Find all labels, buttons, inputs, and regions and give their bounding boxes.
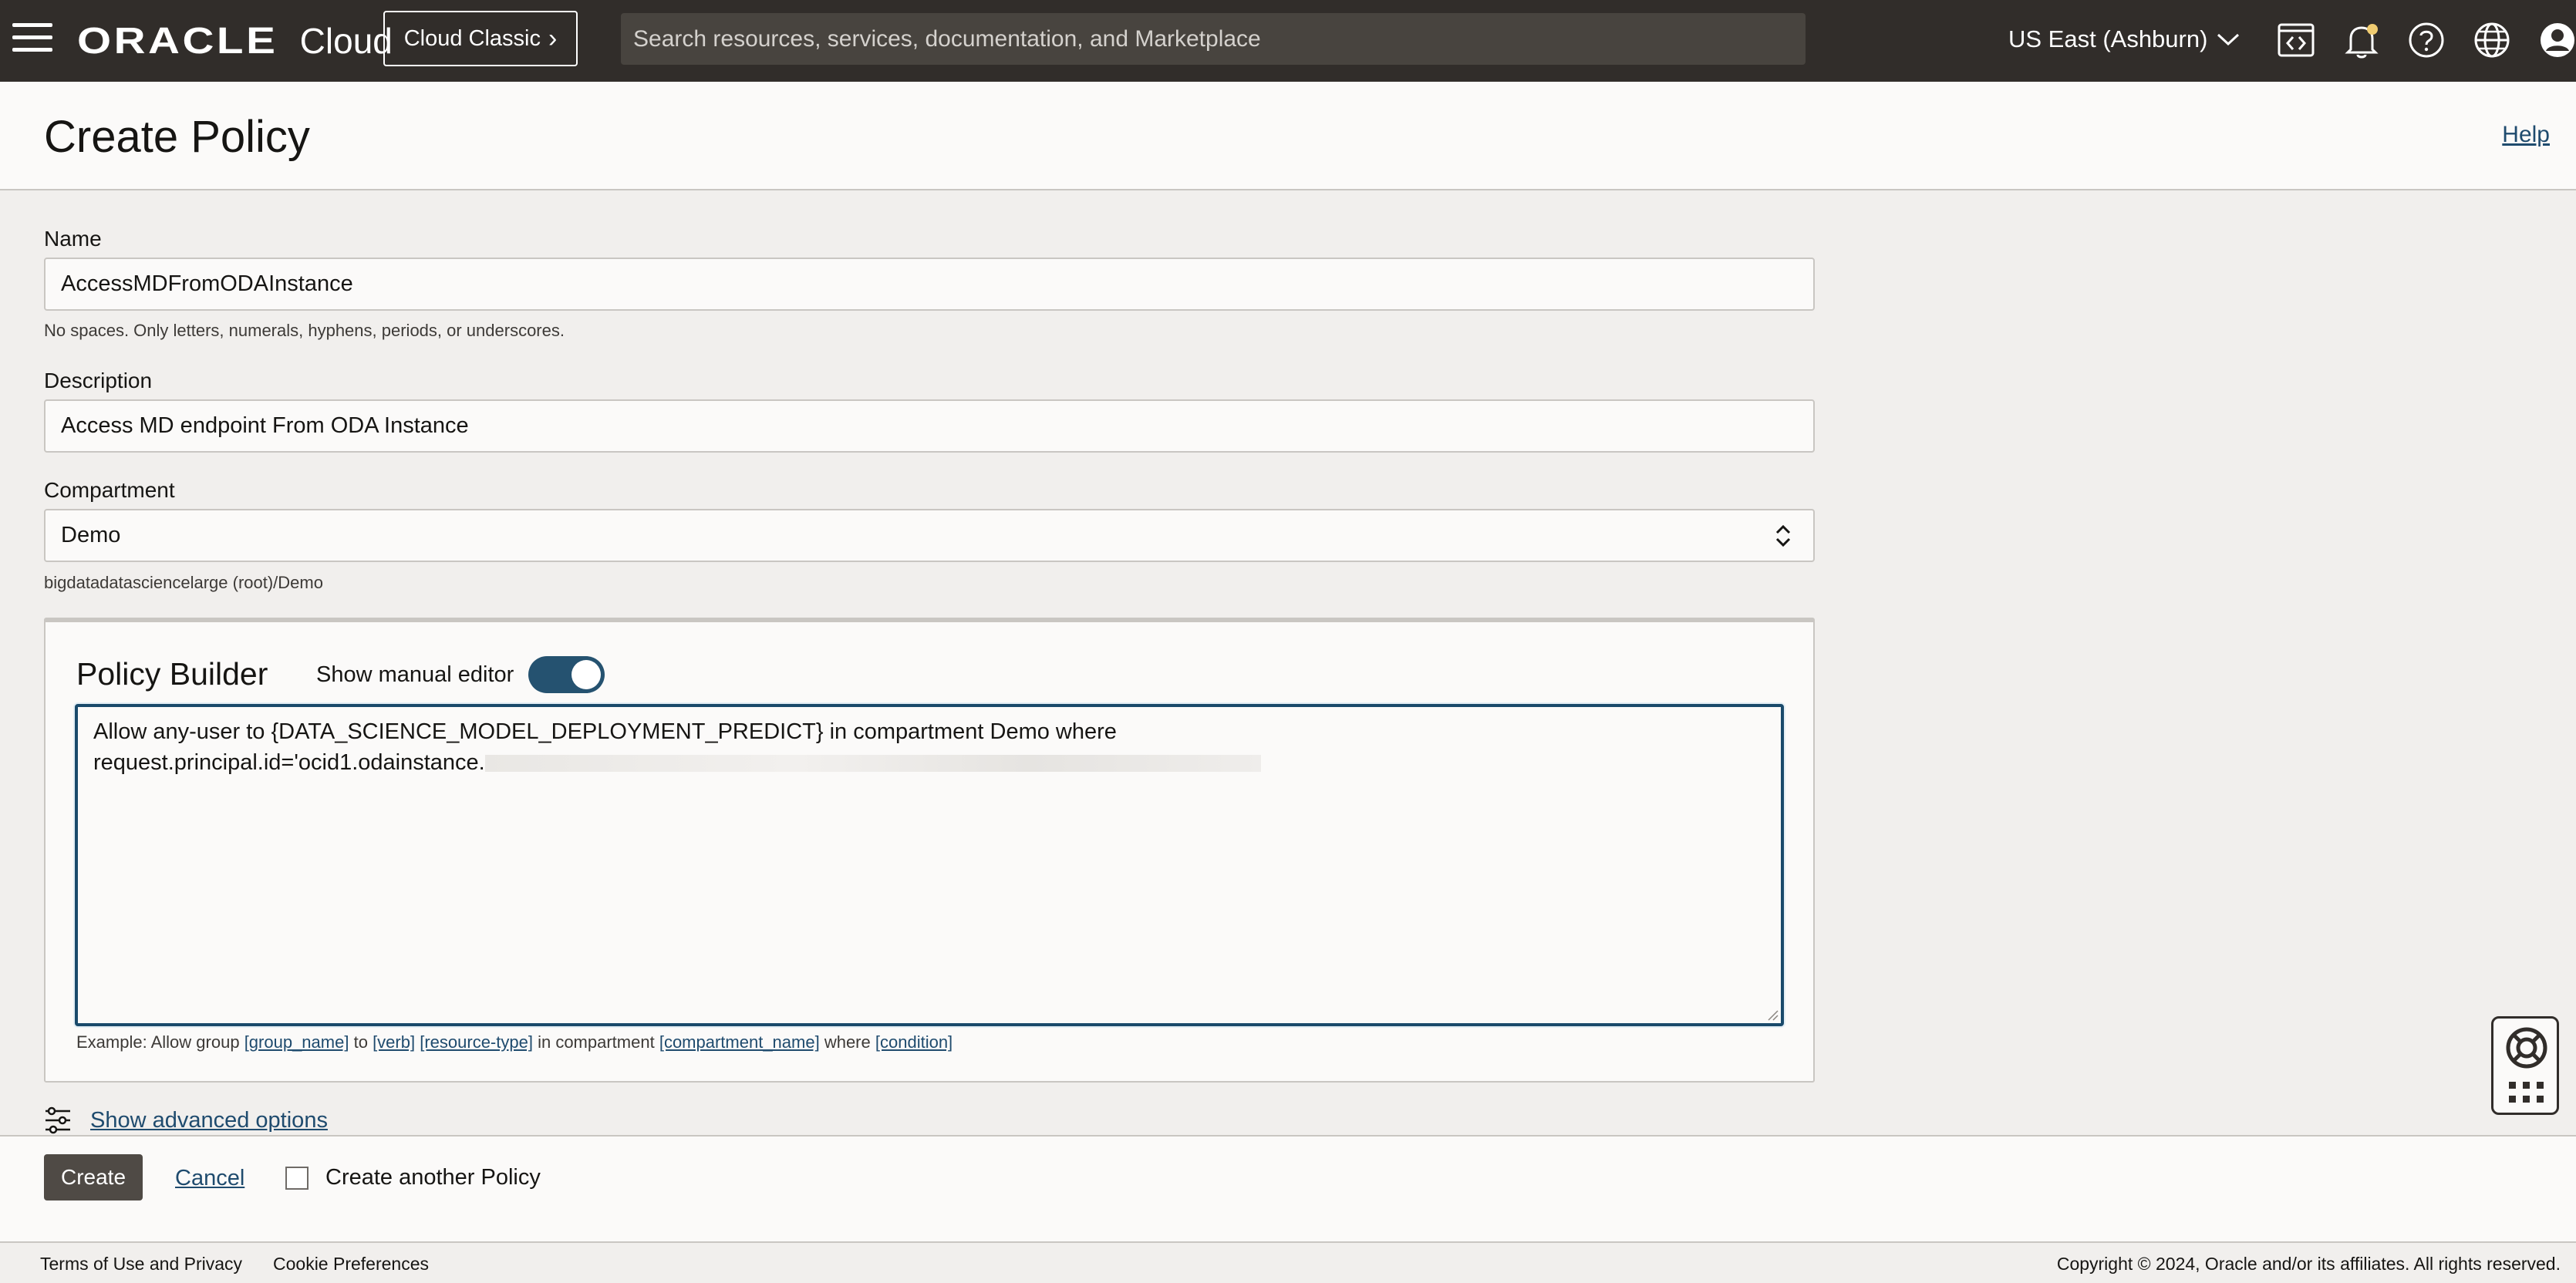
cloud-classic-label: Cloud Classic (403, 25, 541, 51)
example-in: in compartment (538, 1032, 655, 1052)
example-verb-link[interactable]: [verb] (373, 1032, 415, 1052)
code-editor-icon[interactable] (2276, 20, 2316, 60)
advanced-options-toggle[interactable]: Show advanced options (44, 1106, 328, 1134)
compartment-label: Compartment (44, 478, 175, 502)
terms-privacy-link[interactable]: Terms of Use and Privacy (40, 1254, 242, 1275)
example-where: where (824, 1032, 871, 1052)
policy-line-2: request.principal.id='ocid1.odainstance. (93, 747, 1765, 778)
notifications-bell-icon[interactable] (2342, 20, 2382, 60)
redacted-ocid (484, 755, 1261, 773)
name-label: Name (44, 227, 102, 251)
language-globe-icon[interactable] (2472, 20, 2512, 60)
help-link[interactable]: Help (2502, 122, 2550, 148)
example-group-link[interactable]: [group_name] (244, 1032, 349, 1052)
description-label: Description (44, 369, 153, 392)
compartment-select[interactable]: Demo (44, 509, 1815, 562)
up-down-chevron-icon (1775, 524, 1791, 547)
sliders-icon (46, 1106, 70, 1134)
show-advanced-options-link: Show advanced options (90, 1107, 328, 1133)
top-navigation-bar: ORACLE Cloud Cloud Classic › US East (As… (0, 0, 2576, 82)
toggle-knob (572, 660, 601, 689)
help-question-icon[interactable] (2406, 20, 2446, 60)
chevron-right-icon: › (548, 23, 558, 53)
grid-dots-icon (2509, 1082, 2544, 1103)
logo-brand: ORACLE (77, 20, 278, 62)
example-resource-link[interactable]: [resource-type] (420, 1032, 533, 1052)
search-input[interactable] (621, 13, 1806, 65)
compartment-selected-value: Demo (61, 523, 121, 547)
cookie-preferences-link[interactable]: Cookie Preferences (273, 1254, 429, 1275)
compartment-path: bigdatadatasciencelarge (root)/Demo (44, 573, 323, 592)
page-title: Create Policy (44, 112, 310, 162)
support-help-widget[interactable] (2491, 1016, 2559, 1115)
manual-editor-label: Show manual editor (316, 662, 514, 687)
page-footer: Terms of Use and Privacy Cookie Preferen… (0, 1244, 2576, 1283)
policy-example: Example: Allow group [group_name] to [ve… (76, 1032, 953, 1052)
form-action-bar: Create Cancel Create another Policy (0, 1135, 2576, 1243)
name-hint: No spaces. Only letters, numerals, hyphe… (44, 321, 565, 340)
description-input[interactable] (44, 399, 1815, 453)
chevron-down-icon (2217, 33, 2240, 46)
example-prefix: Example: Allow group (76, 1032, 240, 1052)
name-input[interactable] (44, 258, 1815, 311)
create-another-checkbox[interactable] (285, 1167, 309, 1190)
lifebuoy-icon (2506, 1027, 2547, 1069)
policy-line-2-prefix: request.principal.id='ocid1.odainstance. (93, 750, 485, 775)
manual-editor-toggle[interactable] (528, 656, 605, 693)
policy-builder-title: Policy Builder (76, 656, 268, 692)
menu-icon[interactable] (12, 23, 52, 52)
example-to: to (353, 1032, 368, 1052)
logo-product: Cloud (299, 21, 393, 61)
oracle-cloud-logo[interactable]: ORACLE Cloud (77, 19, 393, 63)
region-label: US East (Ashburn) (2008, 25, 2208, 52)
create-button[interactable]: Create (44, 1154, 143, 1200)
copyright-text: Copyright © 2024, Oracle and/or its affi… (2056, 1254, 2561, 1274)
user-profile-icon[interactable] (2537, 20, 2576, 60)
resize-handle-icon[interactable] (1766, 1009, 1779, 1021)
page-header: Create Policy Help (0, 82, 2576, 190)
example-compartment-link[interactable]: [compartment_name] (659, 1032, 820, 1052)
policy-builder-panel: Policy Builder Show manual editor Allow … (44, 618, 1815, 1083)
cloud-classic-button[interactable]: Cloud Classic › (383, 11, 578, 66)
region-selector[interactable]: US East (Ashburn) (2008, 20, 2240, 59)
cancel-link[interactable]: Cancel (175, 1166, 244, 1191)
example-condition-link[interactable]: [condition] (875, 1032, 953, 1052)
create-another-label[interactable]: Create another Policy (325, 1165, 541, 1190)
policy-statement-editor[interactable]: Allow any-user to {DATA_SCIENCE_MODEL_DE… (75, 704, 1784, 1026)
create-policy-form: Name No spaces. Only letters, numerals, … (0, 192, 2576, 1135)
policy-line-1: Allow any-user to {DATA_SCIENCE_MODEL_DE… (93, 719, 1117, 744)
